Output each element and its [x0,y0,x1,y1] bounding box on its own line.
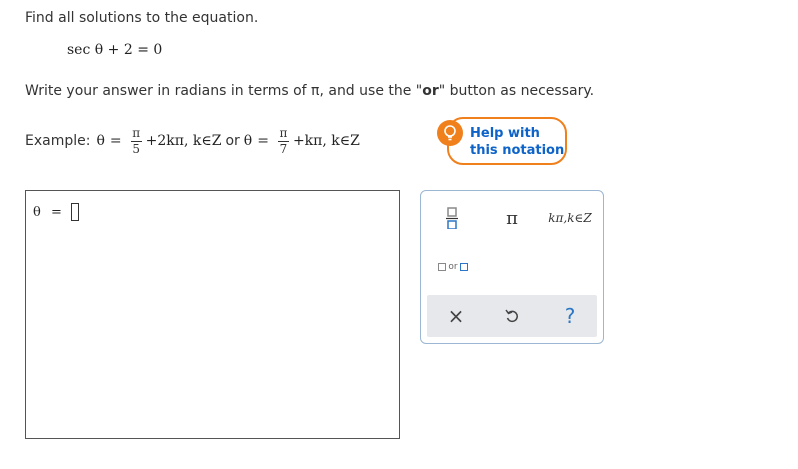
example-theta: θ [96,133,105,149]
equation-plus: + [107,42,120,58]
example-notation: Example: θ = π 5 +2kπ, k∈Z or θ = π 7 +k… [25,121,360,161]
instruction-line-2-prefix: Write your answer in radians in terms of… [25,83,423,99]
equation-func: sec [67,42,91,58]
example-term-1: +2kπ, k∈Z [145,133,222,149]
example-equals-2: = [257,133,269,149]
or-icon[interactable]: or [433,257,473,277]
example-theta-2: θ [243,133,253,149]
instruction-line-2-suffix: " button as necessary. [438,83,595,99]
example-or: or [225,133,240,149]
example-fraction-2: π 7 [277,125,289,156]
example-fraction-1-den: 5 [132,141,140,156]
help-line-2: this notation [470,143,565,158]
example-fraction-2-den: 7 [279,141,288,156]
answer-input-area[interactable] [25,190,400,439]
or-label: or [448,262,458,272]
equation: sec θ + 2 = 0 [67,42,162,58]
example-term-2: +kπ, k∈Z [292,133,360,149]
or-left-box [438,263,447,271]
pi-icon[interactable]: π [499,205,525,231]
instruction-line-2: Write your answer in radians in terms of… [25,83,594,99]
or-right-box [459,263,468,271]
lightbulb-icon [437,120,463,146]
example-label: Example: [25,133,91,149]
help-icon[interactable]: ? [557,303,583,329]
help-line-1: Help with [470,126,540,141]
example-fraction-2-num: π [279,125,288,140]
instruction-line-2-bold: or [422,83,439,99]
clear-icon[interactable]: × [443,303,469,329]
instruction-line-1: Find all solutions to the equation. [25,10,259,26]
answer-equals: = [50,205,62,220]
equation-constant: 2 [123,42,133,58]
undo-icon[interactable] [499,303,525,329]
fraction-icon[interactable] [441,205,463,231]
equation-equals: = [137,42,149,58]
answer-label: θ = [33,205,62,220]
example-fraction-1: π 5 [130,125,142,156]
math-palette: π kπ,k∈Z or × ? [420,190,604,344]
example-equals-1: = [109,133,122,149]
answer-input-cursor[interactable] [71,203,79,221]
equation-rhs: 0 [153,42,163,58]
kpi-set-icon[interactable]: kπ,k∈Z [545,205,595,231]
help-notation-text: Help with this notation [470,125,564,159]
answer-theta: θ [33,205,41,220]
palette-action-bar: × ? [427,295,597,337]
equation-var: θ [94,42,104,58]
example-fraction-1-num: π [132,125,141,140]
